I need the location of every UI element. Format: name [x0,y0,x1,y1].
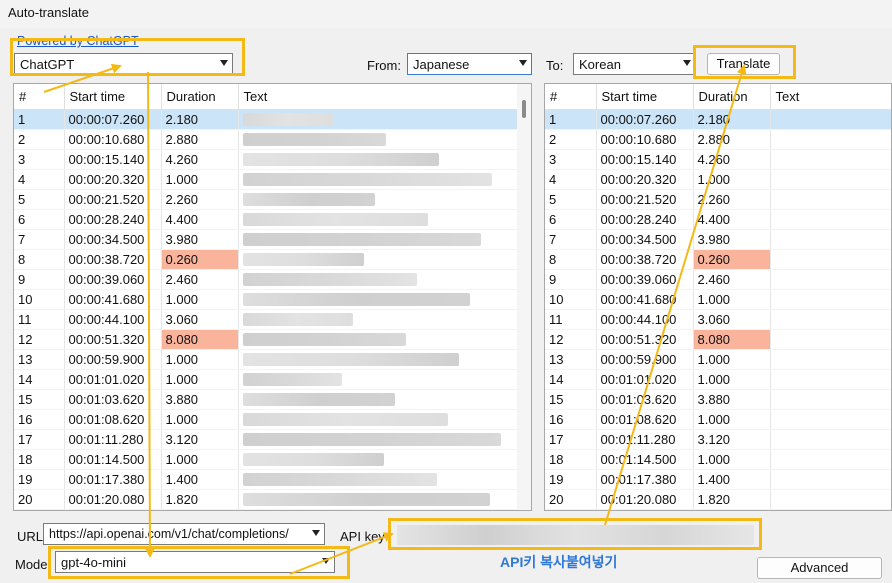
arrow-to-translate [604,64,747,526]
annotation-arrows [43,63,747,575]
arrow-lines [43,63,747,575]
arrow-to-api-key [289,532,394,575]
arrow-to-engine [43,63,122,93]
arrow-to-model [144,71,155,558]
